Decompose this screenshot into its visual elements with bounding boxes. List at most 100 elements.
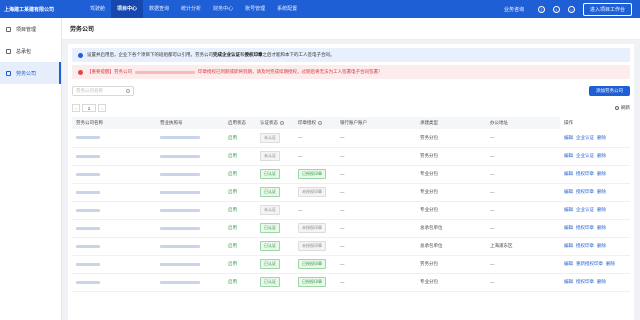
table-cell: 启用	[224, 273, 256, 292]
row-action-link[interactable]: 编辑	[564, 225, 573, 230]
row-action-link[interactable]: 授权印章	[576, 189, 594, 194]
redacted-value	[76, 226, 100, 230]
hint-icon[interactable]	[280, 120, 284, 125]
contract-type: 专业分包	[420, 207, 438, 212]
top-nav-item[interactable]: 财务中心	[207, 0, 239, 18]
row-action-link[interactable]: 删除	[597, 207, 606, 212]
row-action-link[interactable]: 授权印章	[576, 243, 594, 248]
info-text-bold1: 完成企业认证	[213, 52, 240, 57]
table-cell: 已授权印章	[294, 165, 336, 184]
table-cell: 未认证	[256, 147, 294, 166]
bank-account: ---	[340, 135, 345, 141]
table-cell: 编辑 企业认证 删除	[560, 129, 630, 148]
table-cell: 编辑 授权印章 删除	[560, 165, 630, 184]
seal-status-badge: 已授权印章	[298, 277, 326, 287]
menu-icon	[6, 48, 11, 54]
row-action-link[interactable]: 删除	[597, 153, 606, 158]
row-action-link[interactable]: 编辑	[564, 135, 573, 140]
top-nav-item[interactable]: 驾驶舱	[84, 0, 111, 18]
row-action-link[interactable]: 删除	[597, 225, 606, 230]
seal-status-badge: ---	[298, 135, 303, 141]
contract-type: 专业分包	[420, 279, 438, 284]
bank-account: ---	[340, 189, 345, 195]
contract-type: 总承包单位	[420, 225, 443, 230]
row-action-link[interactable]: 编辑	[564, 207, 573, 212]
table-cell: 劳务分包	[416, 255, 486, 274]
seal-status-badge: 已授权印章	[298, 169, 326, 179]
row-action-link[interactable]: 删除	[597, 279, 606, 284]
bank-account: ---	[340, 207, 345, 213]
search-icon[interactable]	[126, 89, 130, 93]
row-action-link[interactable]: 重新授权印章	[576, 261, 603, 266]
column-header: 承建类型	[416, 117, 486, 129]
row-action-link[interactable]: 删除	[597, 189, 606, 194]
row-action-link[interactable]: 授权印章	[576, 171, 594, 176]
row-action-link[interactable]: 编辑	[564, 189, 573, 194]
row-action-link[interactable]: 企业认证	[576, 207, 594, 212]
page-number[interactable]: 1	[82, 104, 96, 112]
search-input[interactable]: 劳务公司名称	[72, 86, 134, 96]
top-nav-item[interactable]: 系统配置	[271, 0, 303, 18]
enable-status: 启用	[228, 171, 237, 176]
row-action-link[interactable]: 编辑	[564, 261, 573, 266]
office-address: 上海浦东区	[490, 243, 513, 248]
warn-text-post: 印章授权已到期或即将到期，请及时完成续期授权，过期后将无法为工人签署电子合同签署…	[198, 69, 383, 74]
seal-status-badge: ---	[298, 207, 303, 213]
table-cell: 专业分包	[416, 201, 486, 220]
top-nav-item[interactable]: 项目中心	[111, 0, 144, 18]
table-cell: ---	[336, 129, 416, 148]
sidebar-item-label: 项目管理	[16, 26, 37, 33]
table-cell	[72, 147, 156, 166]
table-row: 启用 已认证 已授权印章 --- 劳务分包 --- 编辑 重新授权印章 删除	[72, 255, 630, 274]
table-row: 启用 已认证 未授权印章 --- 总承包单位 上海浦东区 编辑 授权印章 删除	[72, 237, 630, 256]
add-company-button[interactable]: 添加劳务公司	[589, 86, 630, 96]
top-nav-item[interactable]: 统计分析	[175, 0, 207, 18]
row-action-link[interactable]: 删除	[597, 171, 606, 176]
column-header-label: 操作	[564, 120, 573, 125]
table-cell	[156, 255, 224, 274]
bell-icon[interactable]: •	[552, 5, 560, 13]
row-action-link[interactable]: 授权印章	[576, 225, 594, 230]
consult-link[interactable]: 业务咨询	[504, 6, 524, 13]
table-cell: 启用	[224, 255, 256, 274]
table-cell: 已授权印章	[294, 273, 336, 292]
row-action-link[interactable]: 企业认证	[576, 135, 594, 140]
prev-page-button[interactable]: ‹	[72, 104, 80, 112]
hint-icon[interactable]	[318, 120, 322, 125]
contract-type: 劳务分包	[420, 134, 438, 140]
bank-account: ---	[340, 279, 345, 285]
enter-workspace-button[interactable]: 进入项目工作台	[582, 2, 632, 16]
table-cell: 已认证	[256, 273, 294, 292]
user-icon[interactable]: ○	[567, 5, 575, 13]
sidebar-item[interactable]: 总承包	[0, 40, 61, 62]
table-row: 启用 未认证 --- --- 劳务分包 --- 编辑 企业认证 删除	[72, 147, 630, 166]
table-cell: ---	[486, 129, 560, 148]
warn-text-pre: 【重要提醒】劳务公司	[87, 69, 132, 74]
row-action-link[interactable]: 删除	[597, 135, 606, 140]
next-page-button[interactable]: ›	[98, 104, 106, 112]
contract-type: 总承包单位	[420, 243, 443, 248]
table-cell: 编辑 授权印章 删除	[560, 237, 630, 256]
office-address: ---	[490, 153, 495, 159]
cert-status-badge: 未认证	[260, 205, 280, 215]
refresh-button[interactable]: 刷新	[615, 105, 630, 111]
table-cell: 编辑 重新授权印章 删除	[560, 255, 630, 274]
table-cell: ---	[486, 165, 560, 184]
row-action-link[interactable]: 编辑	[564, 153, 573, 158]
row-action-link[interactable]: 编辑	[564, 243, 573, 248]
top-nav-item[interactable]: 账号管理	[239, 0, 271, 18]
row-action-link[interactable]: 授权印章	[576, 279, 594, 284]
table-cell: 启用	[224, 183, 256, 202]
sidebar-item[interactable]: 劳务公司	[0, 62, 61, 84]
row-action-link[interactable]: 编辑	[564, 279, 573, 284]
row-action-link[interactable]: 编辑	[564, 171, 573, 176]
top-nav-item[interactable]: 数据查询	[143, 0, 175, 18]
row-action-link[interactable]: 企业认证	[576, 153, 594, 158]
row-action-link[interactable]: 删除	[606, 261, 615, 266]
seal-status-badge: ---	[298, 153, 303, 159]
redacted-value	[76, 262, 100, 266]
row-action-link[interactable]: 删除	[597, 243, 606, 248]
sidebar-item[interactable]: 项目管理	[0, 18, 61, 40]
help-icon[interactable]: ?	[537, 5, 545, 13]
enable-status: 启用	[228, 261, 237, 266]
